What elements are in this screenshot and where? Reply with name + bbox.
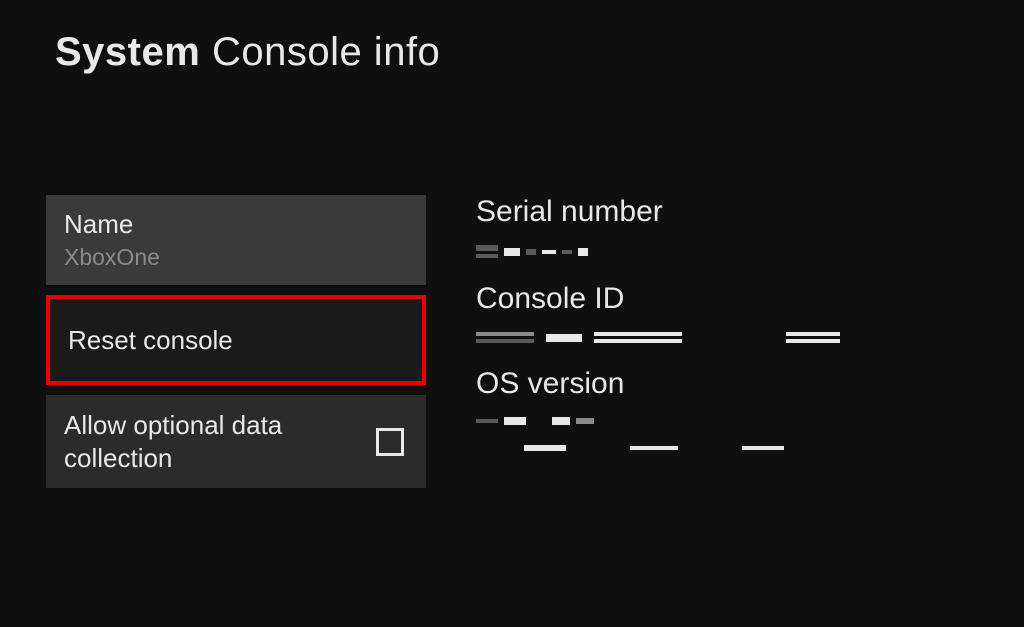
os-version-value-redacted-1 — [476, 417, 976, 425]
reset-console-label: Reset console — [68, 325, 233, 356]
page-title: System Console info — [55, 30, 1024, 75]
page-header: System Console info — [0, 0, 1024, 75]
console-name-card[interactable]: Name XboxOne — [46, 195, 426, 285]
settings-list: Name XboxOne Reset console Allow optiona… — [46, 195, 426, 488]
os-version-value-redacted-2 — [476, 445, 976, 451]
breadcrumb-section: System — [55, 30, 200, 74]
checkbox-icon[interactable] — [376, 428, 404, 456]
console-name-value: XboxOne — [64, 244, 160, 271]
content-area: Name XboxOne Reset console Allow optiona… — [0, 195, 1024, 488]
reset-console-button[interactable]: Reset console — [46, 295, 426, 385]
console-name-label: Name — [64, 209, 133, 240]
info-panel: Serial number Console ID OS version — [476, 195, 976, 488]
console-id-label: Console ID — [476, 282, 976, 316]
optional-data-label: Allow optional data collection — [64, 409, 324, 474]
optional-data-toggle[interactable]: Allow optional data collection — [46, 395, 426, 488]
console-id-value-redacted — [476, 332, 976, 343]
os-version-label: OS version — [476, 367, 976, 401]
serial-number-label: Serial number — [476, 195, 976, 229]
breadcrumb-page: Console info — [212, 30, 440, 74]
serial-number-value-redacted — [476, 245, 976, 258]
